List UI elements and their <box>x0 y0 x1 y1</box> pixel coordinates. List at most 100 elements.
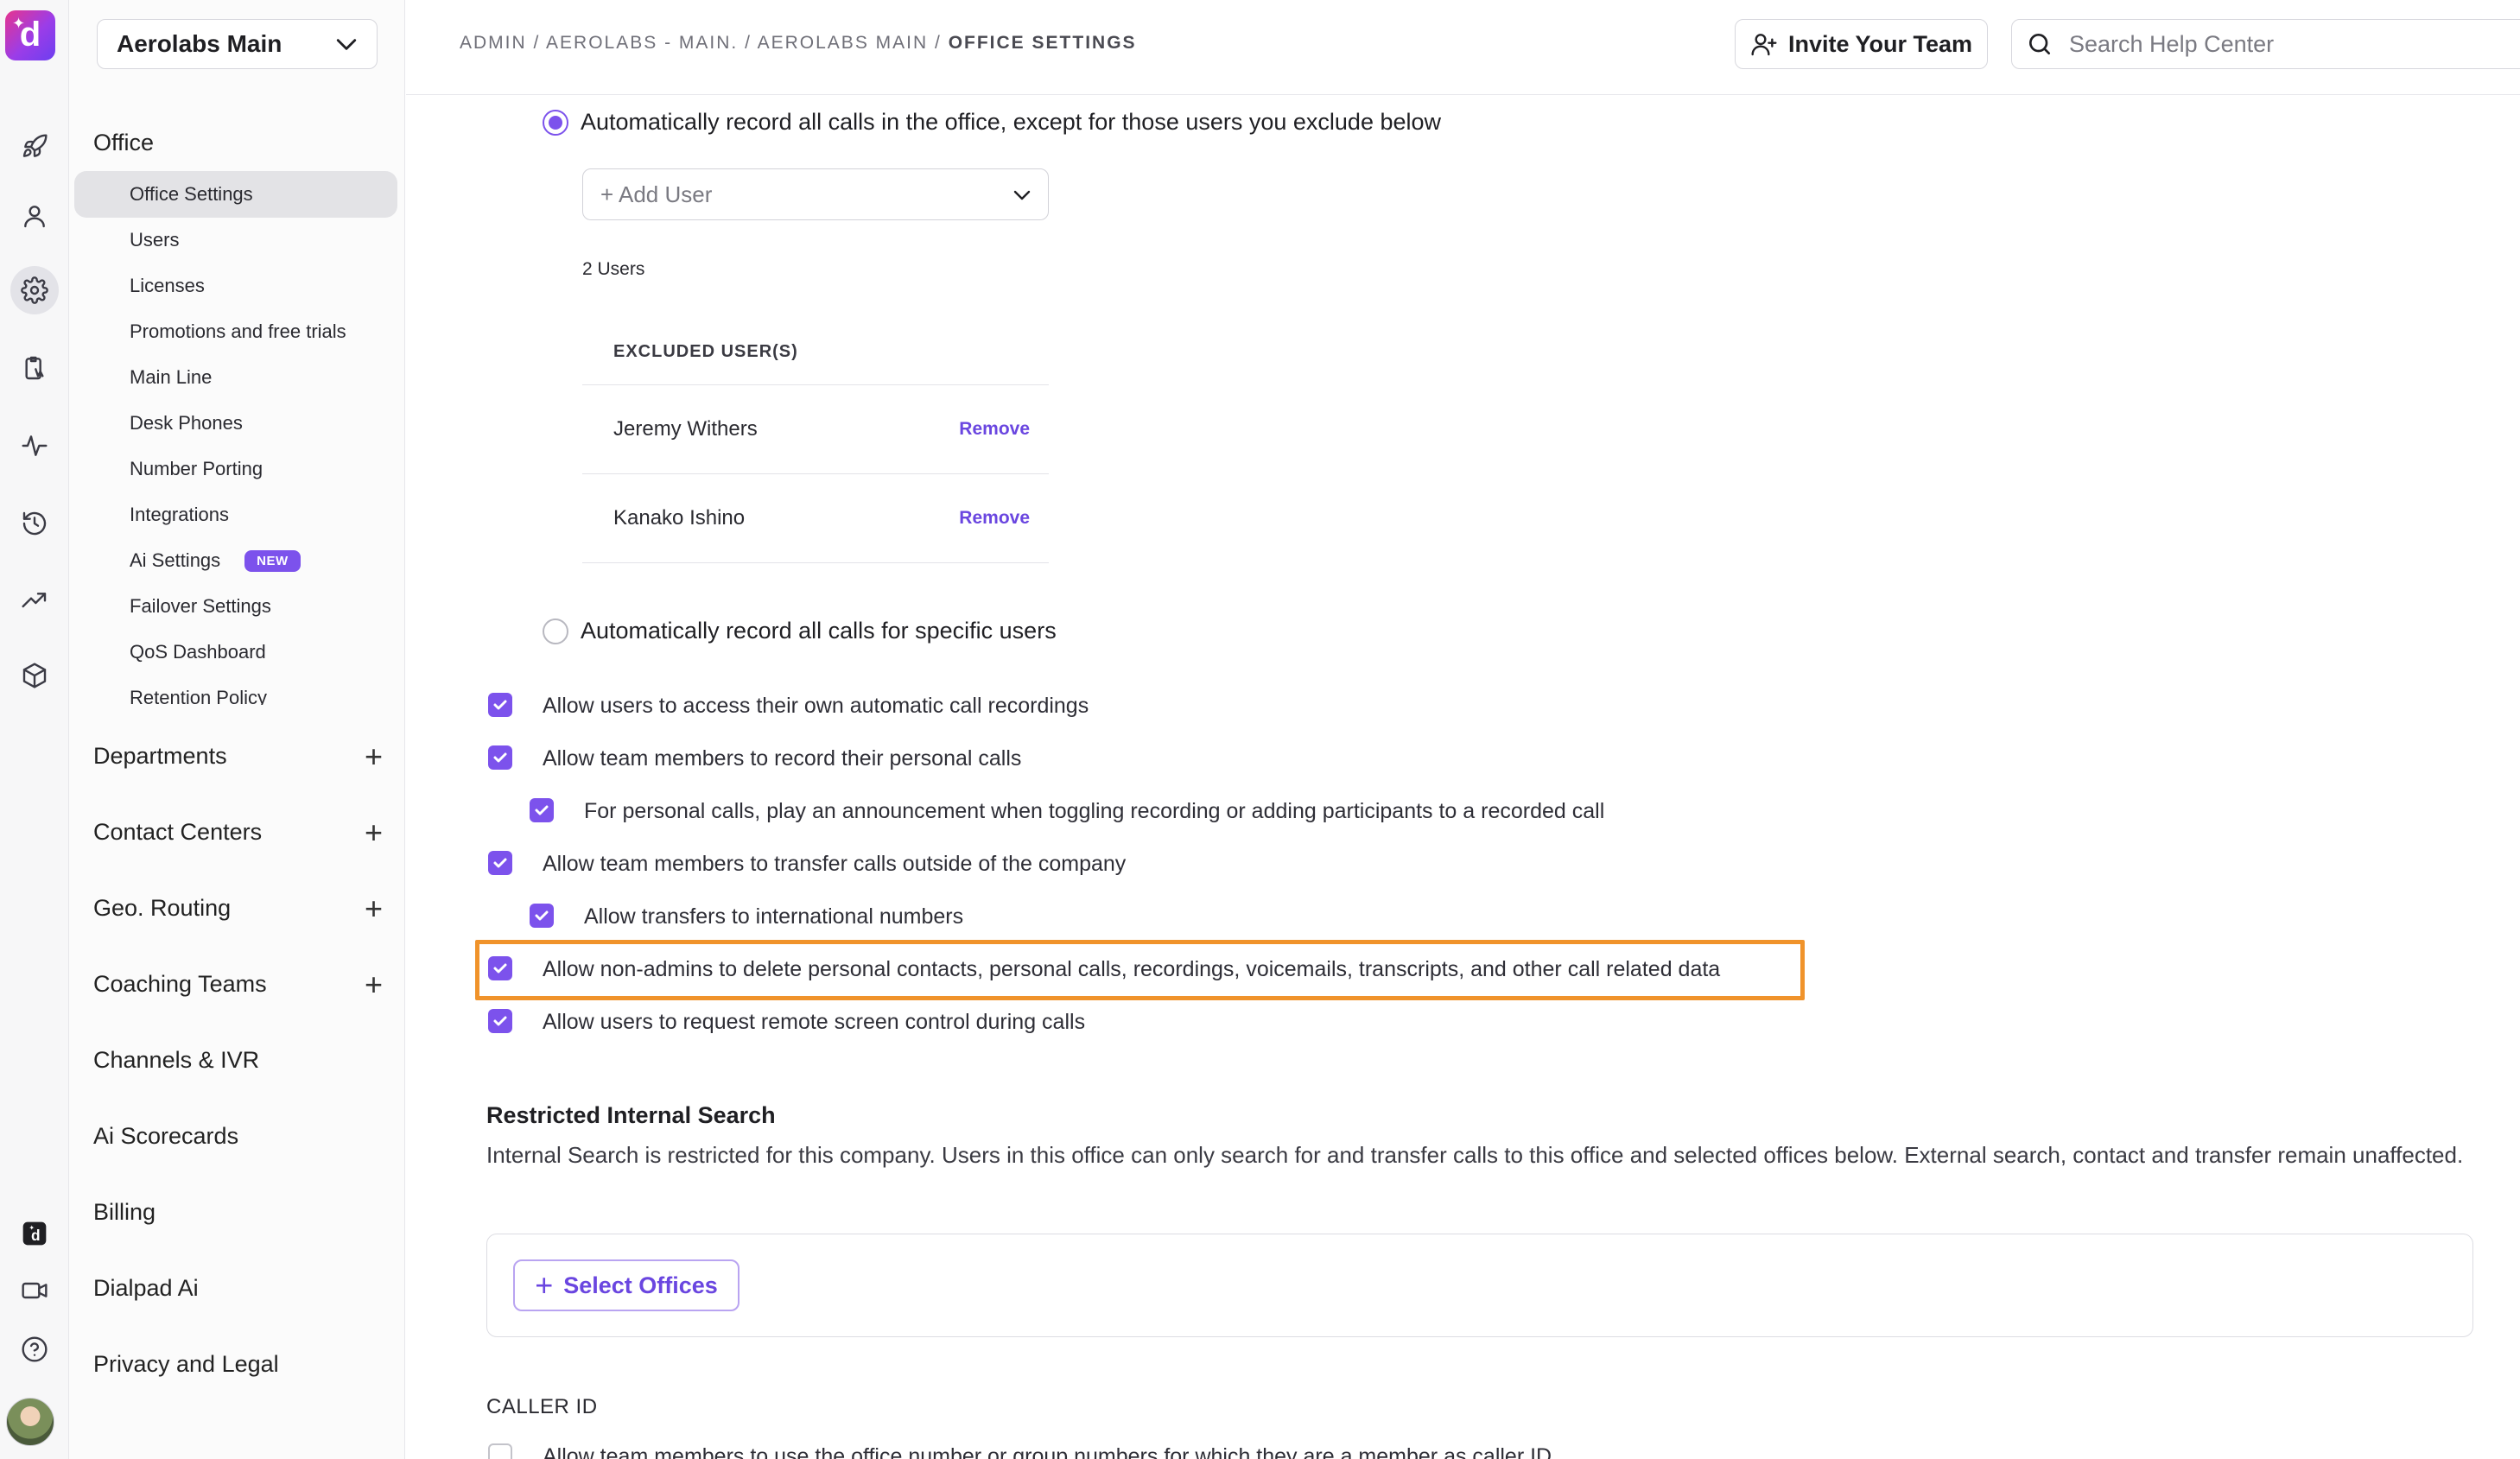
breadcrumb-current: OFFICE SETTINGS <box>948 33 1137 53</box>
invite-team-button[interactable]: Invite Your Team <box>1735 19 1988 69</box>
sidebar-item-desk-phones[interactable]: Desk Phones <box>74 400 397 447</box>
sidebar-section-geo-routing[interactable]: Geo. Routing + <box>93 892 383 924</box>
person-icon[interactable] <box>10 192 59 240</box>
help-search-input[interactable] <box>2069 30 2484 58</box>
sidebar: Aerolabs Main Office Office Settings Use… <box>69 0 405 1459</box>
radio-record-specific-users-label: Automatically record all calls for speci… <box>581 618 1057 644</box>
video-icon[interactable] <box>10 1266 59 1315</box>
select-offices-label: Select Offices <box>563 1272 718 1298</box>
checkbox-personal-call-announcement[interactable] <box>530 798 554 822</box>
help-search <box>2011 19 2520 69</box>
sidebar-item-office-settings[interactable]: Office Settings <box>74 171 397 218</box>
sidebar-item-label: Users <box>130 229 180 251</box>
remove-user-button[interactable]: Remove <box>959 419 1030 440</box>
breadcrumb: ADMIN / AEROLABS - MAIN. / AEROLABS MAIN… <box>460 33 1137 54</box>
history-icon[interactable] <box>10 499 59 548</box>
sidebar-section-label: Ai Scorecards <box>93 1123 239 1149</box>
app-root: ✦ d d ✦ Aerolabs Main Office Office Sett… <box>0 0 2520 1459</box>
trending-icon[interactable] <box>10 575 59 624</box>
sidebar-section-coaching-teams[interactable]: Coaching Teams + <box>93 968 383 1000</box>
sidebar-section-dialpad-ai[interactable]: Dialpad Ai <box>93 1275 383 1302</box>
sidebar-section-contact-centers[interactable]: Contact Centers + <box>93 816 383 848</box>
check-icon <box>493 752 507 763</box>
radio-record-all-except-label: Automatically record all calls in the of… <box>581 109 1442 135</box>
check-icon <box>493 858 507 868</box>
radio-record-specific-users[interactable] <box>543 618 568 644</box>
chevron-down-icon <box>336 39 357 50</box>
sidebar-section-label: Dialpad Ai <box>93 1275 199 1301</box>
checkbox-label: Allow team members to transfer calls out… <box>543 852 1127 876</box>
rocket-icon[interactable] <box>10 123 59 171</box>
plus-icon[interactable]: + <box>365 892 383 924</box>
sidebar-section-label: Privacy and Legal <box>93 1351 279 1377</box>
dialpad-logo[interactable]: ✦ d <box>5 10 55 60</box>
check-icon <box>535 910 549 921</box>
caller-id-heading: CALLER ID <box>486 1395 598 1418</box>
sidebar-section-label: Contact Centers <box>93 819 263 845</box>
checkbox-record-personal-calls[interactable] <box>488 745 512 770</box>
cube-icon[interactable] <box>10 651 59 700</box>
sidebar-section-label: Office <box>93 130 155 155</box>
dialpad-app-icon[interactable]: d ✦ <box>10 1209 59 1258</box>
checkbox-label: Allow non-admins to delete personal cont… <box>543 957 1721 981</box>
users-count: 2 Users <box>582 259 645 279</box>
remove-user-button[interactable]: Remove <box>959 508 1030 529</box>
clipboard-icon[interactable] <box>10 344 59 392</box>
sidebar-item-label: Retention Policy <box>130 687 267 705</box>
checkbox-remote-screen-control[interactable] <box>488 1009 512 1033</box>
office-selector[interactable]: Aerolabs Main <box>97 19 378 69</box>
select-offices-button[interactable]: + Select Offices <box>513 1259 739 1311</box>
breadcrumb-item[interactable]: AEROLABS - MAIN. <box>546 33 738 53</box>
checkbox-label: Allow users to access their own automati… <box>543 694 1089 718</box>
office-selector-label: Aerolabs Main <box>117 30 282 57</box>
check-icon <box>493 963 507 974</box>
sidebar-item-promotions[interactable]: Promotions and free trials <box>74 308 397 355</box>
activity-icon[interactable] <box>10 422 59 470</box>
gear-icon[interactable] <box>10 266 59 314</box>
add-person-icon <box>1751 34 1777 56</box>
sidebar-item-retention-policy[interactable]: Retention Policy <box>74 675 397 705</box>
sidebar-section-billing[interactable]: Billing <box>93 1199 383 1226</box>
radio-record-all-except[interactable] <box>543 110 568 136</box>
breadcrumb-separator: / <box>738 33 758 53</box>
breadcrumb-item[interactable]: AEROLABS MAIN <box>758 33 929 53</box>
plus-icon[interactable]: + <box>365 968 383 1000</box>
excluded-user-name: Kanako Ishino <box>613 506 746 530</box>
sidebar-section-ai-scorecards[interactable]: Ai Scorecards <box>93 1123 383 1150</box>
sidebar-section-label: Departments <box>93 743 227 769</box>
sidebar-section-channels-ivr[interactable]: Channels & IVR <box>93 1047 383 1074</box>
checkbox-nonadmin-delete-data[interactable] <box>488 956 512 980</box>
svg-text:✦: ✦ <box>29 1224 35 1232</box>
breadcrumb-separator: / <box>928 33 949 53</box>
avatar[interactable] <box>6 1398 54 1446</box>
sidebar-section-privacy-legal[interactable]: Privacy and Legal <box>93 1351 383 1378</box>
checkbox-label: For personal calls, play an announcement… <box>584 799 1605 823</box>
sidebar-item-main-line[interactable]: Main Line <box>74 354 397 401</box>
sidebar-item-ai-settings[interactable]: Ai Settings NEW <box>74 537 397 584</box>
sidebar-item-label: Desk Phones <box>130 412 243 434</box>
sidebar-item-failover-settings[interactable]: Failover Settings <box>74 583 397 630</box>
checkbox-international-transfers[interactable] <box>530 904 554 928</box>
top-bar: ADMIN / AEROLABS - MAIN. / AEROLABS MAIN… <box>406 0 2520 95</box>
sidebar-section-label: Channels & IVR <box>93 1047 260 1073</box>
sidebar-item-users[interactable]: Users <box>74 217 397 263</box>
plus-icon[interactable]: + <box>365 740 383 772</box>
sidebar-section-departments[interactable]: Departments + <box>93 740 383 772</box>
sidebar-item-integrations[interactable]: Integrations <box>74 492 397 538</box>
breadcrumb-item[interactable]: ADMIN <box>460 33 527 53</box>
plus-icon[interactable]: + <box>365 816 383 848</box>
excluded-user-name: Jeremy Withers <box>613 417 758 441</box>
sidebar-section-office[interactable]: Office <box>93 130 383 156</box>
add-user-dropdown[interactable]: + Add User <box>582 168 1049 220</box>
sidebar-item-label: Licenses <box>130 275 205 296</box>
checkbox-access-own-recordings[interactable] <box>488 693 512 717</box>
sidebar-item-licenses[interactable]: Licenses <box>74 263 397 309</box>
sidebar-item-qos-dashboard[interactable]: QoS Dashboard <box>74 629 397 676</box>
checkbox-office-caller-id[interactable] <box>488 1443 512 1459</box>
help-icon[interactable] <box>10 1325 59 1373</box>
restricted-search-description: Internal Search is restricted for this c… <box>486 1142 2464 1168</box>
checkbox-label: Allow team members to use the office num… <box>543 1444 1552 1459</box>
table-row: Kanako Ishino Remove <box>582 474 1049 563</box>
checkbox-transfer-outside[interactable] <box>488 851 512 875</box>
sidebar-item-number-porting[interactable]: Number Porting <box>74 446 397 492</box>
